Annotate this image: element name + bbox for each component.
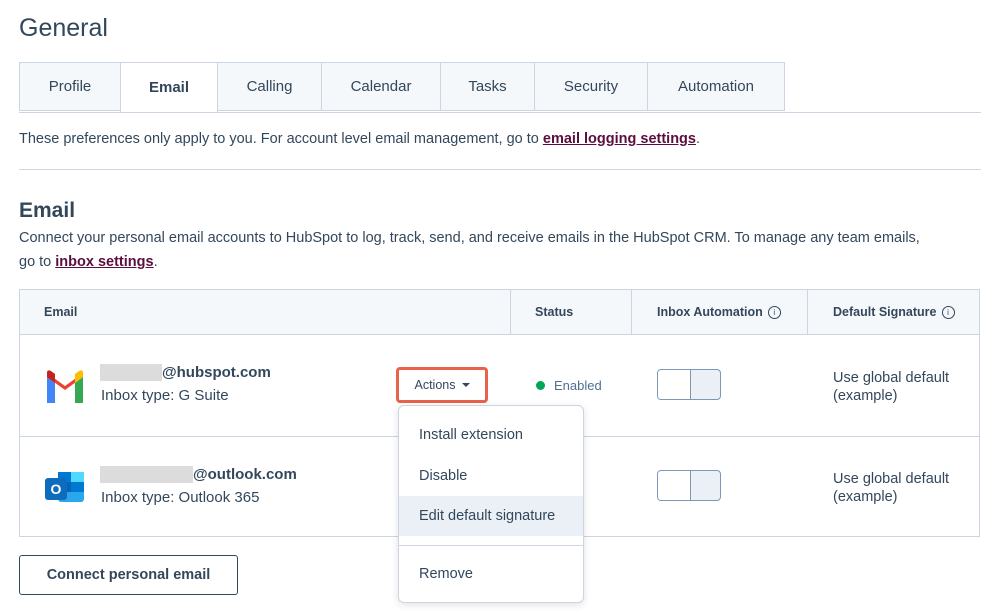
inbox-automation-toggle[interactable] (657, 369, 721, 400)
redacted-email-username (100, 364, 162, 381)
email-section-description-suffix: . (153, 254, 158, 270)
status-badge: Enabled (536, 378, 602, 393)
status-dot-icon (536, 381, 545, 390)
tab-automation[interactable]: Automation (647, 62, 785, 111)
tab-calling[interactable]: Calling (217, 62, 322, 111)
column-header-default-signature: Default Signature i (833, 290, 955, 334)
caret-down-icon (461, 383, 470, 387)
tab-bar: Profile Email Calling Calendar Tasks Sec… (19, 62, 785, 113)
email-address: @hubspot.com (162, 364, 271, 381)
default-signature: Use global default (example) (833, 370, 950, 404)
preferences-note-text: These preferences only apply to you. For… (19, 131, 543, 147)
email-section-description: Connect your personal email accounts to … (19, 226, 929, 274)
email-logging-settings-link[interactable]: email logging settings (543, 131, 696, 147)
preferences-note-suffix: . (695, 131, 701, 147)
menu-item-install-extension[interactable]: Install extension (399, 415, 583, 455)
tabs-divider (19, 112, 981, 113)
inbox-automation-toggle[interactable] (657, 470, 721, 501)
redacted-email-username (100, 466, 193, 483)
menu-separator (399, 545, 583, 546)
info-icon[interactable]: i (767, 305, 781, 319)
column-header-inbox-automation: Inbox Automation i (657, 290, 781, 334)
column-divider (631, 290, 632, 334)
column-divider (510, 290, 511, 334)
status-text: Enabled (554, 378, 602, 393)
column-header-status: Status (535, 305, 574, 319)
connect-personal-email-button[interactable]: Connect personal email (19, 555, 238, 595)
column-divider (807, 290, 808, 334)
section-divider (19, 169, 981, 170)
tab-profile[interactable]: Profile (19, 62, 121, 111)
table-header: Email Status Inbox Automation i Default S… (20, 290, 979, 335)
inbox-type: Inbox type: Outlook 365 (101, 489, 260, 506)
outlook-icon: O (45, 472, 84, 502)
column-header-default-signature-label: Default Signature (833, 305, 937, 319)
email-address: @outlook.com (193, 466, 297, 483)
info-icon[interactable]: i (941, 305, 955, 319)
column-header-email: Email (44, 305, 78, 319)
toggle-knob (658, 370, 691, 399)
inbox-type: Inbox type: G Suite (101, 387, 229, 404)
inbox-settings-link[interactable]: inbox settings (55, 254, 153, 270)
actions-menu: Install extension Disable Edit default s… (398, 405, 584, 603)
menu-item-edit-default-signature[interactable]: Edit default signature (399, 496, 583, 536)
actions-button-label: Actions (414, 378, 456, 392)
actions-dropdown-button[interactable]: Actions (396, 367, 488, 403)
email-section-title: Email (19, 199, 76, 222)
preferences-note: These preferences only apply to you. For… (19, 131, 700, 147)
page-title: General (19, 14, 108, 42)
tab-tasks[interactable]: Tasks (440, 62, 535, 111)
svg-text:O: O (51, 481, 62, 497)
column-header-inbox-automation-label: Inbox Automation (657, 305, 763, 319)
tab-email[interactable]: Email (120, 62, 218, 113)
tab-security[interactable]: Security (534, 62, 648, 111)
gmail-icon (47, 370, 83, 403)
menu-item-disable[interactable]: Disable (399, 456, 583, 496)
default-signature: Use global default (example) (833, 471, 950, 505)
menu-item-remove[interactable]: Remove (399, 554, 583, 594)
toggle-knob (658, 471, 691, 500)
tab-calendar[interactable]: Calendar (321, 62, 441, 111)
